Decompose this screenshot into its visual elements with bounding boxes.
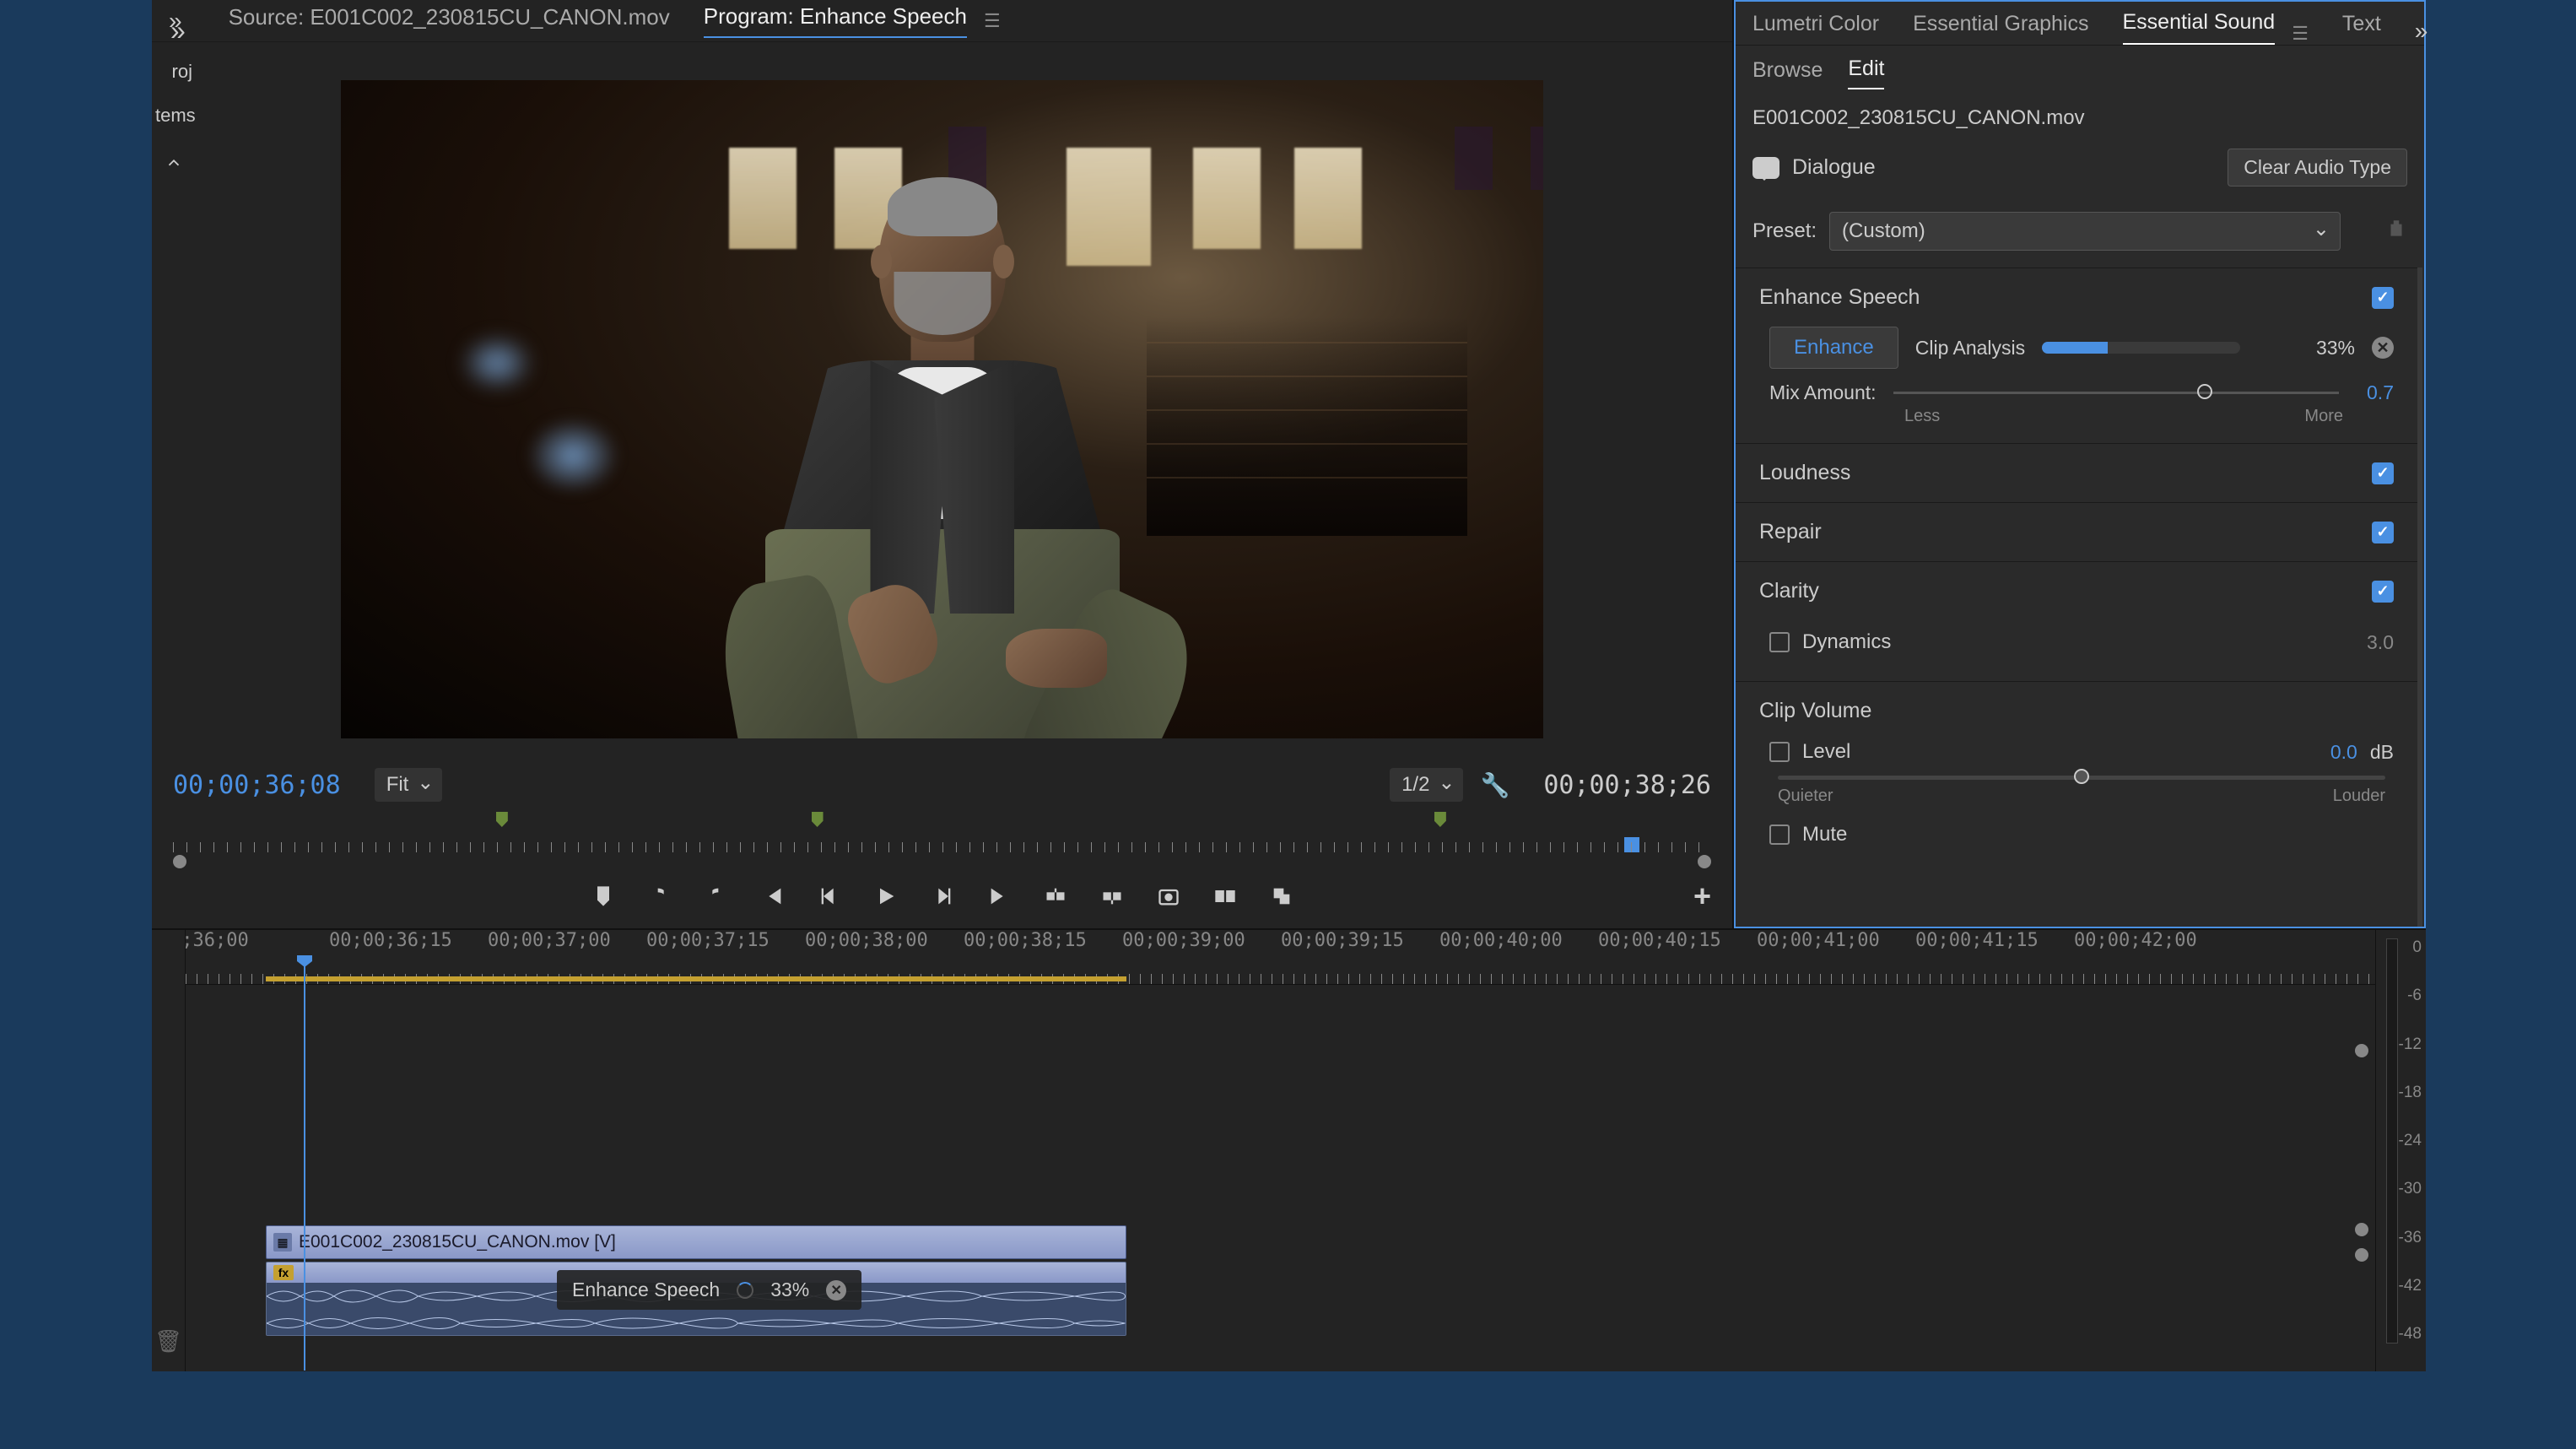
timecode-duration: 00;00;38;26	[1543, 770, 1711, 800]
expand-panel-icon[interactable]: »	[170, 15, 186, 46]
section-clarity[interactable]: Clarity	[1736, 562, 2417, 620]
cancel-analysis-button[interactable]: ✕	[2372, 337, 2394, 359]
loudness-checkbox[interactable]	[2372, 462, 2394, 484]
overlay-label: Enhance Speech	[572, 1279, 720, 1301]
clip-thumbnail-icon: ▦	[273, 1233, 292, 1252]
panel-menu-icon[interactable]: ☰	[984, 10, 1001, 32]
dynamics-value: 3.0	[2367, 631, 2394, 654]
mix-amount-slider[interactable]	[1893, 392, 2339, 394]
enhance-speech-checkbox[interactable]	[2372, 287, 2394, 309]
project-label[interactable]: roj	[154, 47, 194, 96]
tab-program[interactable]: Program: Enhance Speech	[704, 3, 967, 38]
chevron-up-icon[interactable]	[154, 135, 194, 196]
video-clip-label: E001C002_230815CU_CANON.mov [V]	[299, 1232, 616, 1252]
enhance-button[interactable]: Enhance	[1769, 327, 1898, 369]
settings-wrench-icon[interactable]: 🔧	[1480, 771, 1509, 799]
audio-type-label: Dialogue	[1792, 155, 1876, 180]
expand-right-icon[interactable]: »	[2415, 18, 2428, 45]
mix-amount-value[interactable]: 0.7	[2356, 381, 2394, 404]
mark-out-button[interactable]	[703, 883, 730, 910]
comparison-view-button[interactable]	[1212, 883, 1239, 910]
track-zoom-handle[interactable]	[2355, 1223, 2368, 1236]
enhance-speech-overlay: Enhance Speech 33% ✕	[557, 1270, 861, 1310]
fx-badge[interactable]: fx	[273, 1265, 294, 1280]
analysis-progress-pct: 33%	[2316, 337, 2355, 360]
track-zoom-handle[interactable]	[2355, 1044, 2368, 1057]
spinner-icon	[737, 1282, 753, 1299]
level-label: Level	[1802, 740, 2318, 764]
section-loudness[interactable]: Loudness	[1736, 444, 2417, 502]
preset-label: Preset:	[1752, 219, 1817, 243]
overlay-pct: 33%	[770, 1279, 809, 1301]
zoom-fit-dropdown[interactable]: Fit	[375, 768, 443, 802]
go-to-in-button[interactable]	[759, 883, 786, 910]
button-editor-icon[interactable]: +	[1693, 879, 1711, 914]
save-preset-icon[interactable]	[2353, 218, 2375, 246]
export-frame-button[interactable]	[1155, 883, 1182, 910]
level-value[interactable]: 0.0	[2330, 741, 2357, 764]
clear-audio-type-button[interactable]: Clear Audio Type	[2228, 149, 2407, 187]
program-mini-timeline[interactable]	[173, 812, 1711, 852]
timecode-current[interactable]: 00;00;36;08	[173, 770, 341, 800]
volume-slider[interactable]	[1778, 776, 2385, 780]
video-frame	[341, 80, 1543, 738]
subtab-edit[interactable]: Edit	[1848, 57, 1884, 89]
tab-essential-sound[interactable]: Essential Sound	[2123, 10, 2276, 45]
trash-icon[interactable]: 🗑	[154, 1328, 182, 1354]
louder-label: Louder	[2333, 787, 2385, 806]
mix-amount-label: Mix Amount:	[1769, 381, 1877, 404]
selected-clip-name: E001C002_230815CU_CANON.mov	[1736, 89, 2424, 140]
overlay-cancel-button[interactable]: ✕	[826, 1280, 846, 1300]
timeline-ruler[interactable]: 1;36;00 00;00;36;15 00;00;37;00 00;00;37…	[186, 930, 2375, 985]
resolution-dropdown[interactable]: 1/2	[1390, 768, 1463, 802]
quieter-label: Quieter	[1778, 787, 1833, 806]
repair-checkbox[interactable]	[2372, 522, 2394, 543]
add-marker-button[interactable]	[590, 883, 617, 910]
audio-meter: 0 -6 -12 -18 -24 -30 -36 -42 -48	[2375, 930, 2426, 1371]
work-area-bar[interactable]	[266, 976, 1126, 981]
zoom-handle-right[interactable]	[1698, 855, 1711, 868]
clarity-checkbox[interactable]	[2372, 581, 2394, 603]
video-clip[interactable]: ▦ E001C002_230815CU_CANON.mov [V]	[266, 1225, 1126, 1259]
items-label[interactable]: tems	[154, 96, 194, 135]
level-checkbox[interactable]	[1769, 742, 1790, 762]
delete-preset-icon	[2385, 218, 2407, 246]
mute-label: Mute	[1802, 823, 2394, 846]
tab-essential-graphics[interactable]: Essential Graphics	[1913, 12, 2088, 45]
panel-menu-icon[interactable]: ☰	[2292, 23, 2309, 45]
essential-sound-panel: Lumetri Color Essential Graphics Essenti…	[1734, 0, 2426, 928]
clip-analysis-label: Clip Analysis	[1915, 337, 2025, 360]
dialogue-icon	[1752, 157, 1779, 179]
proxy-toggle-button[interactable]	[1268, 883, 1295, 910]
slider-more-label: More	[2304, 407, 2343, 426]
lift-button[interactable]	[1042, 883, 1069, 910]
mark-in-button[interactable]	[646, 883, 673, 910]
subtab-browse[interactable]: Browse	[1752, 58, 1823, 89]
section-clip-volume[interactable]: Clip Volume	[1736, 682, 2417, 730]
tab-source[interactable]: Source: E001C002_230815CU_CANON.mov	[229, 4, 670, 37]
zoom-handle-left[interactable]	[173, 855, 186, 868]
tab-lumetri[interactable]: Lumetri Color	[1752, 12, 1879, 45]
step-back-button[interactable]	[816, 883, 843, 910]
timeline-playhead[interactable]	[304, 965, 305, 1371]
level-unit: dB	[2370, 741, 2394, 764]
section-repair[interactable]: Repair	[1736, 503, 2417, 561]
slider-less-label: Less	[1904, 407, 1940, 426]
step-forward-button[interactable]	[929, 883, 956, 910]
go-to-out-button[interactable]	[986, 883, 1013, 910]
dynamics-checkbox[interactable]	[1769, 632, 1790, 652]
track-zoom-handle[interactable]	[2355, 1248, 2368, 1262]
analysis-progress-bar	[2042, 342, 2240, 354]
play-button[interactable]	[872, 883, 899, 910]
dynamics-label: Dynamics	[1802, 630, 2354, 654]
mute-checkbox[interactable]	[1769, 825, 1790, 845]
extract-button[interactable]	[1099, 883, 1126, 910]
tab-text[interactable]: Text	[2342, 12, 2381, 45]
program-monitor	[152, 42, 1732, 760]
preset-dropdown[interactable]: (Custom)	[1829, 212, 2341, 251]
section-enhance-speech[interactable]: Enhance Speech	[1736, 268, 2417, 327]
